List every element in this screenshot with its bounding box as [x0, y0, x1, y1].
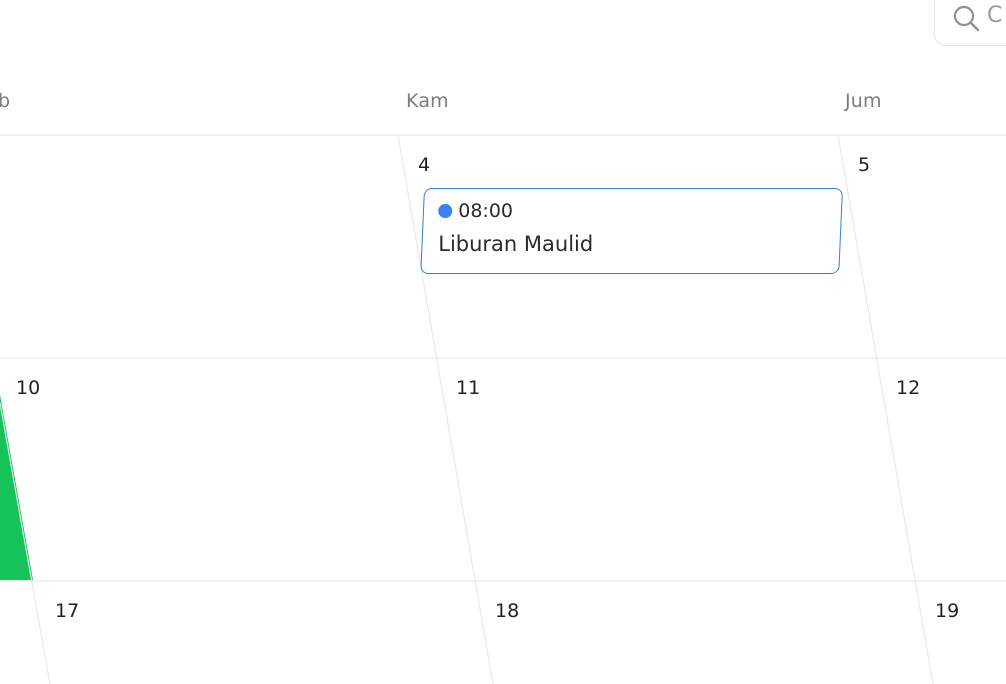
event-color-dot [438, 204, 453, 218]
day-cell-10[interactable]: 10 [16, 377, 40, 399]
day-cell-12[interactable]: 12 [896, 377, 920, 399]
day-cell-17[interactable]: 17 [55, 600, 79, 622]
event-title: Liburan Maulid [438, 232, 594, 256]
column-divider-2 [837, 134, 934, 684]
day-cell-5[interactable]: 5 [858, 154, 870, 176]
weekday-header-wed: b [0, 90, 11, 112]
event-highlight-bar [0, 395, 33, 580]
weekday-header-fri: Jum [845, 90, 882, 112]
weekday-header-thu: Kam [406, 90, 449, 112]
day-cell-18[interactable]: 18 [495, 600, 519, 622]
day-cell-19[interactable]: 19 [935, 600, 959, 622]
day-cell-11[interactable]: 11 [456, 377, 480, 399]
event-card-liburan-maulid[interactable]: 08:00 Liburan Maulid [420, 188, 843, 274]
event-time: 08:00 [458, 200, 514, 222]
day-cell-4[interactable]: 4 [418, 154, 430, 176]
